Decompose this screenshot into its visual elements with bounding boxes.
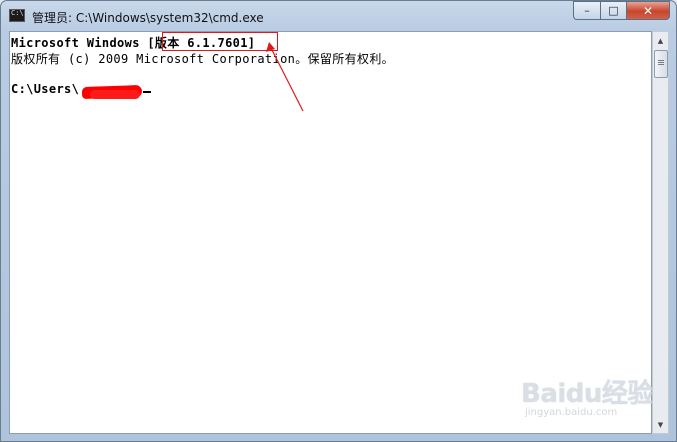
maximize-button[interactable]: □ xyxy=(600,1,626,20)
watermark-url: jingyan.baidu.com xyxy=(525,407,618,418)
annotation-arrow-icon xyxy=(266,42,304,112)
minimize-button[interactable]: – xyxy=(573,1,600,20)
scroll-down-arrow-icon[interactable]: ▼ xyxy=(653,416,668,433)
vertical-scrollbar[interactable]: ▲ ▼ xyxy=(652,31,669,434)
close-button[interactable]: ✕ xyxy=(626,1,670,20)
window-controls: – □ ✕ xyxy=(573,1,670,21)
window-title: 管理员: C:\Windows\system32\cmd.exe xyxy=(32,11,264,25)
scroll-up-arrow-icon[interactable]: ▲ xyxy=(653,32,668,49)
scrollbar-thumb[interactable] xyxy=(654,50,668,78)
title-bar[interactable]: 管理员: C:\Windows\system32\cmd.exe – □ ✕ xyxy=(1,1,676,31)
watermark-logo: Baidu经验 xyxy=(521,379,653,409)
cmd-window: 管理员: C:\Windows\system32\cmd.exe – □ ✕ M… xyxy=(0,0,677,442)
cmd-icon[interactable] xyxy=(9,9,25,22)
baidu-watermark: Baidu经验 jingyan.baidu.com xyxy=(521,373,653,425)
